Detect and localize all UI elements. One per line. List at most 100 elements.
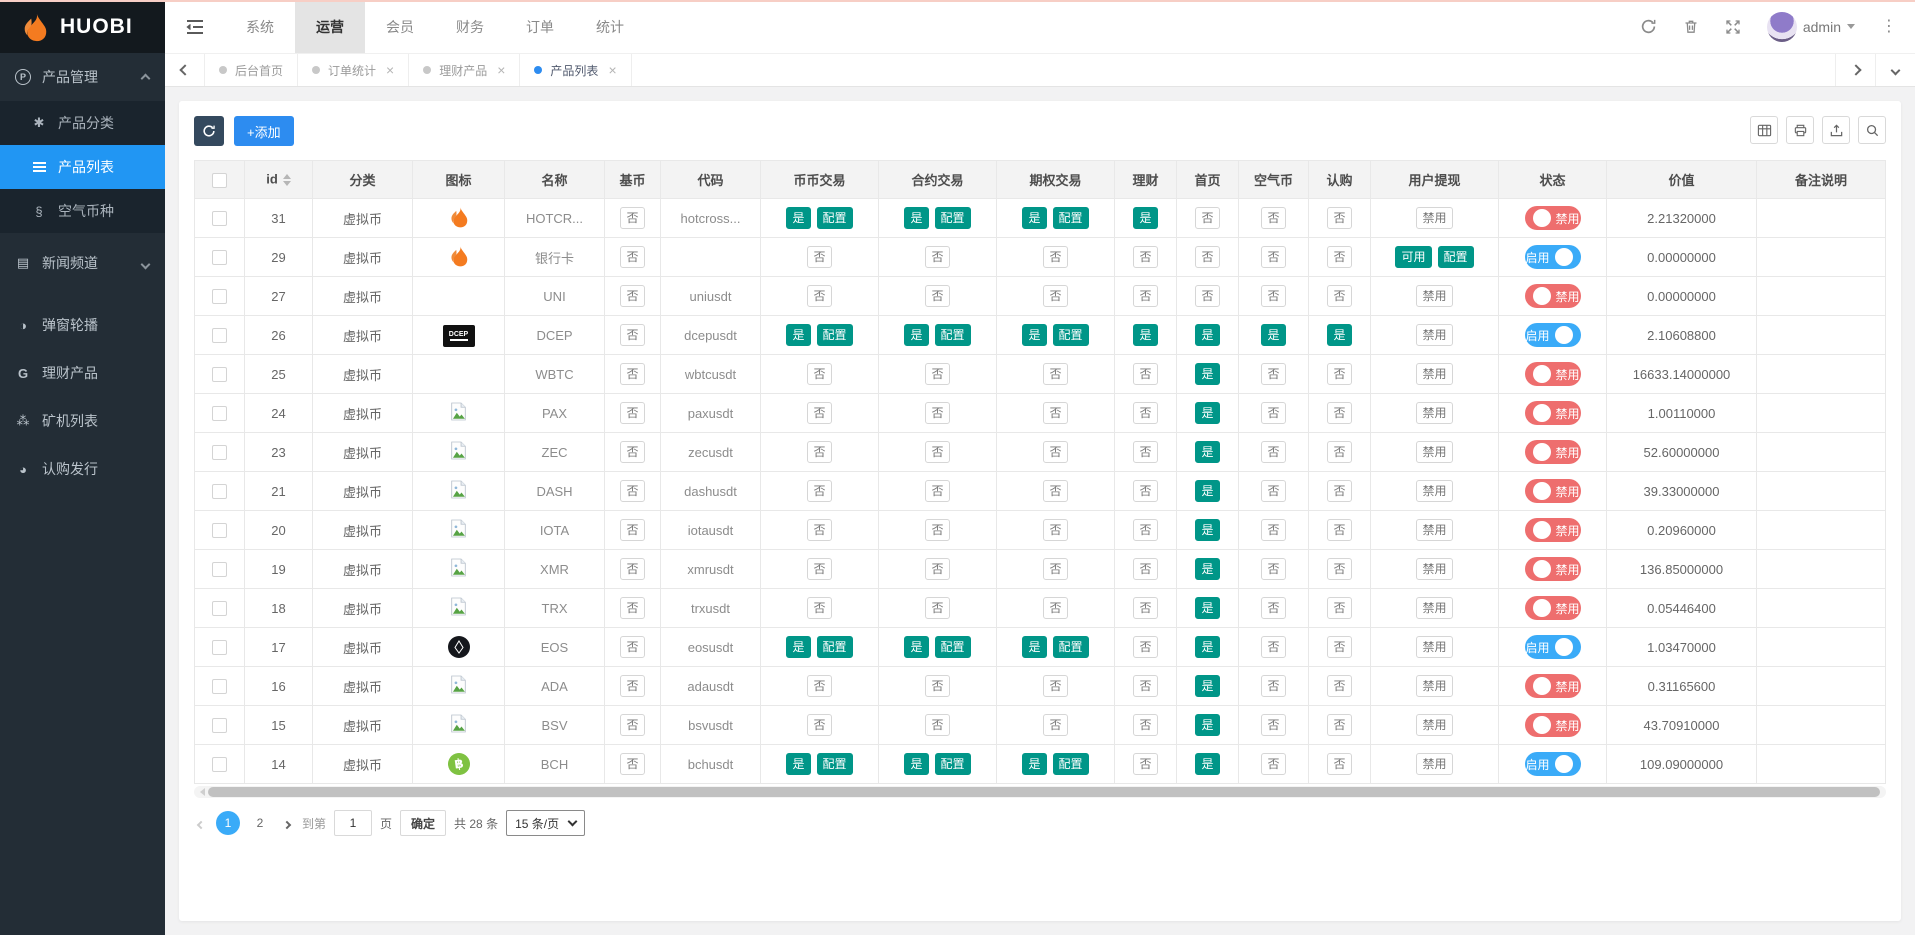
tabs-menu-icon[interactable] — [1875, 54, 1915, 86]
page-1[interactable]: 1 — [216, 811, 240, 835]
toggle-tag-button[interactable]: 否 — [620, 441, 644, 463]
toggle-tag-button[interactable]: 是 — [1195, 441, 1219, 463]
row-checkbox[interactable] — [212, 562, 227, 577]
print-icon[interactable] — [1786, 116, 1814, 144]
refresh-icon[interactable] — [1640, 18, 1657, 35]
toggle-tag-button[interactable]: 否 — [1261, 207, 1285, 229]
toggle-tag-button[interactable]: 否 — [807, 285, 831, 307]
toggle-tag-button[interactable]: 是 — [1327, 324, 1351, 346]
row-checkbox[interactable] — [212, 679, 227, 694]
row-checkbox[interactable] — [212, 367, 227, 382]
toggle-tag-button[interactable]: 是 — [1195, 636, 1219, 658]
row-checkbox[interactable] — [212, 328, 227, 343]
status-toggle[interactable]: 禁用 — [1525, 713, 1581, 737]
toggle-tag-button[interactable]: 否 — [1327, 402, 1351, 424]
status-toggle[interactable]: 禁用 — [1525, 596, 1581, 620]
toggle-tag-button[interactable]: 否 — [925, 285, 949, 307]
sidebar-item-miner-list[interactable]: ⁂ 矿机列表 — [0, 397, 165, 445]
toggle-tag-button[interactable]: 否 — [1133, 558, 1157, 580]
toggle-tag-button[interactable]: 否 — [620, 636, 644, 658]
sidebar-group-product[interactable]: P 产品管理 — [0, 53, 165, 101]
toggle-tag-button[interactable]: 禁用 — [1416, 402, 1452, 424]
scrollbar-thumb[interactable] — [208, 787, 1880, 797]
tab-order-stats[interactable]: 订单统计 × — [298, 54, 409, 86]
config-button[interactable]: 配置 — [1053, 636, 1089, 658]
row-checkbox[interactable] — [212, 250, 227, 265]
row-checkbox[interactable] — [212, 757, 227, 772]
toggle-tag-button[interactable]: 否 — [620, 480, 644, 502]
config-button[interactable]: 配置 — [935, 753, 971, 775]
toggle-tag-button[interactable]: 否 — [620, 714, 644, 736]
topnav-item-member[interactable]: 会员 — [365, 0, 435, 53]
toggle-tag-button[interactable]: 否 — [925, 363, 949, 385]
toggle-tag-button[interactable]: 否 — [1261, 753, 1285, 775]
toggle-tag-button[interactable]: 否 — [1327, 558, 1351, 580]
toggle-tag-button[interactable]: 是 — [904, 753, 928, 775]
toggle-tag-button[interactable]: 否 — [1261, 363, 1285, 385]
sidebar-toggle-icon[interactable] — [165, 19, 225, 35]
toggle-tag-button[interactable]: 否 — [807, 441, 831, 463]
toggle-tag-button[interactable]: 否 — [1261, 675, 1285, 697]
row-checkbox[interactable] — [212, 601, 227, 616]
row-checkbox[interactable] — [212, 211, 227, 226]
toggle-tag-button[interactable]: 否 — [620, 519, 644, 541]
toggle-tag-button[interactable]: 禁用 — [1416, 753, 1452, 775]
toggle-tag-button[interactable]: 是 — [786, 753, 810, 775]
select-all-checkbox[interactable] — [212, 173, 227, 188]
close-icon[interactable]: × — [386, 62, 394, 78]
toggle-tag-button[interactable]: 否 — [925, 519, 949, 541]
toggle-tag-button[interactable]: 否 — [1043, 519, 1067, 541]
toggle-tag-button[interactable]: 否 — [1043, 246, 1067, 268]
toggle-tag-button[interactable]: 是 — [1195, 480, 1219, 502]
toggle-tag-button[interactable]: 是 — [1195, 753, 1219, 775]
toggle-tag-button[interactable]: 否 — [1261, 597, 1285, 619]
tab-dashboard[interactable]: 后台首页 — [205, 54, 298, 86]
tabs-scroll-left[interactable] — [165, 54, 205, 86]
toggle-tag-button[interactable]: 否 — [1327, 675, 1351, 697]
toggle-tag-button[interactable]: 可用 — [1395, 246, 1431, 268]
toggle-tag-button[interactable]: 禁用 — [1416, 324, 1452, 346]
columns-icon[interactable] — [1750, 116, 1778, 144]
status-toggle[interactable]: 禁用 — [1525, 557, 1581, 581]
sidebar-item-subscribe-issue[interactable]: ◕ 认购发行 — [0, 445, 165, 493]
toggle-tag-button[interactable]: 否 — [807, 558, 831, 580]
toggle-tag-button[interactable]: 禁用 — [1416, 441, 1452, 463]
toggle-tag-button[interactable]: 否 — [1327, 714, 1351, 736]
status-toggle[interactable]: 禁用 — [1525, 674, 1581, 698]
row-checkbox[interactable] — [212, 640, 227, 655]
toggle-tag-button[interactable]: 否 — [620, 402, 644, 424]
toggle-tag-button[interactable]: 是 — [1195, 714, 1219, 736]
toggle-tag-button[interactable]: 否 — [807, 675, 831, 697]
toggle-tag-button[interactable]: 是 — [1022, 753, 1046, 775]
config-button[interactable]: 配置 — [817, 753, 853, 775]
toggle-tag-button[interactable]: 禁用 — [1416, 285, 1452, 307]
config-button[interactable]: 配置 — [817, 324, 853, 346]
topnav-item-system[interactable]: 系统 — [225, 0, 295, 53]
toggle-tag-button[interactable]: 否 — [1043, 597, 1067, 619]
config-button[interactable]: 配置 — [1438, 246, 1474, 268]
export-icon[interactable] — [1822, 116, 1850, 144]
toggle-tag-button[interactable]: 禁用 — [1416, 636, 1452, 658]
config-button[interactable]: 配置 — [817, 207, 853, 229]
toggle-tag-button[interactable]: 禁用 — [1416, 363, 1452, 385]
status-toggle[interactable]: 禁用 — [1525, 440, 1581, 464]
status-toggle[interactable]: 启用 — [1525, 245, 1581, 269]
toggle-tag-button[interactable]: 是 — [1195, 324, 1219, 346]
toggle-tag-button[interactable]: 否 — [620, 246, 644, 268]
goto-page-input[interactable] — [334, 810, 372, 836]
toggle-tag-button[interactable]: 否 — [1043, 714, 1067, 736]
sort-asc-icon[interactable] — [283, 170, 291, 179]
toggle-tag-button[interactable]: 否 — [1133, 441, 1157, 463]
toggle-tag-button[interactable]: 禁用 — [1416, 675, 1452, 697]
toggle-tag-button[interactable]: 是 — [1022, 324, 1046, 346]
toggle-tag-button[interactable]: 否 — [1261, 519, 1285, 541]
toggle-tag-button[interactable]: 否 — [1327, 753, 1351, 775]
sidebar-item-product-list[interactable]: 产品列表 — [0, 145, 165, 189]
toggle-tag-button[interactable]: 否 — [1327, 597, 1351, 619]
toggle-tag-button[interactable]: 是 — [1195, 675, 1219, 697]
config-button[interactable]: 配置 — [1053, 324, 1089, 346]
toggle-tag-button[interactable]: 否 — [925, 558, 949, 580]
tabs-scroll-right[interactable] — [1835, 54, 1875, 86]
table-refresh-button[interactable] — [194, 116, 224, 146]
topnav-item-operation[interactable]: 运营 — [295, 0, 365, 53]
